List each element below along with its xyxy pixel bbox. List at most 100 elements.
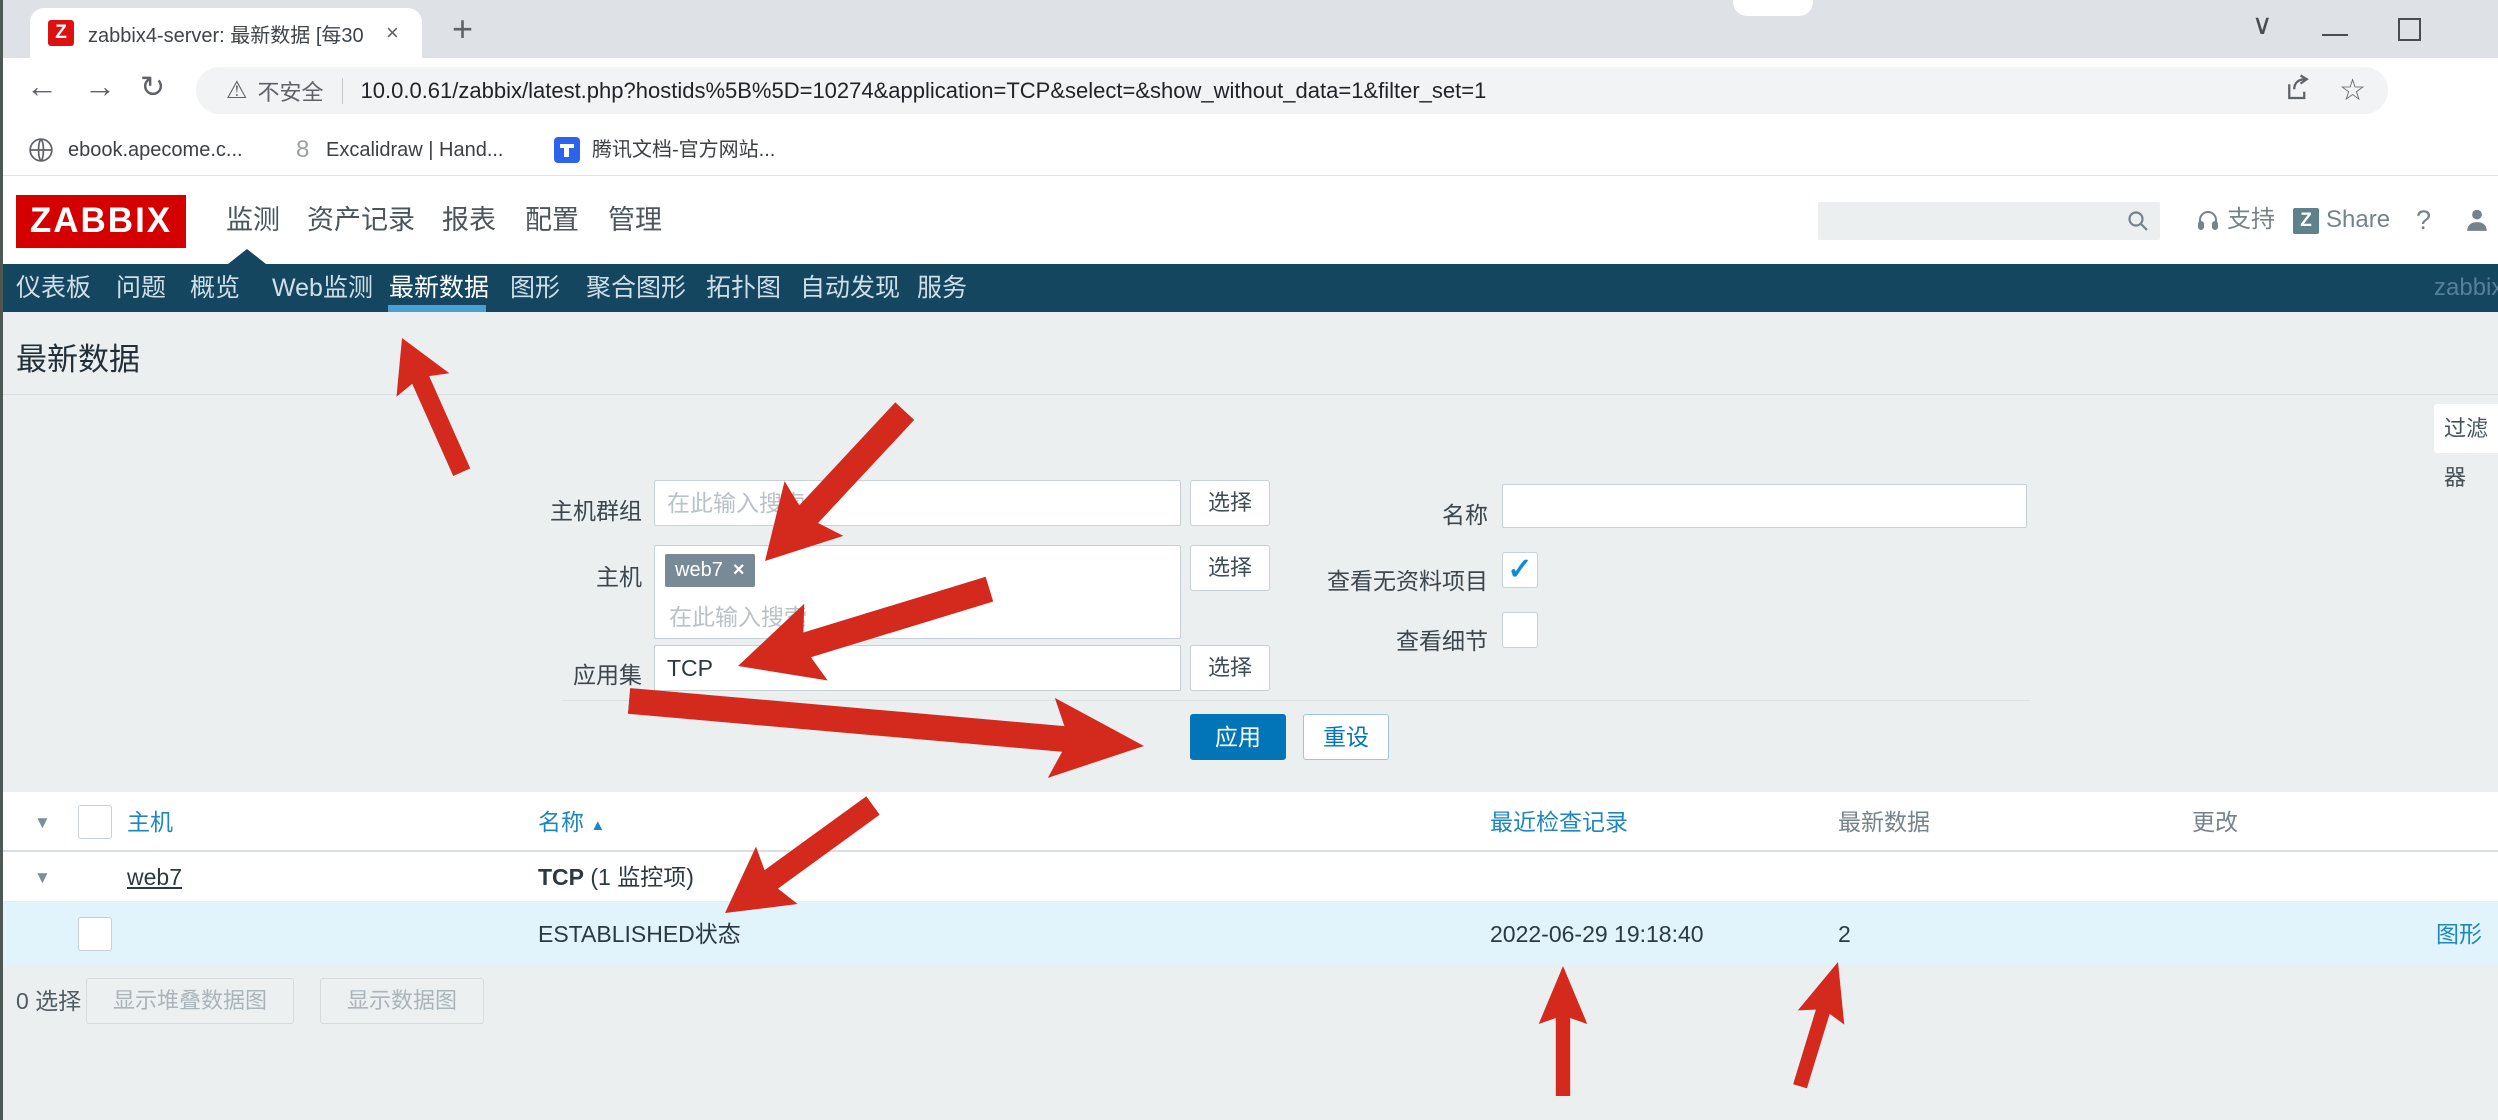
show-without-data-checkbox[interactable]: ✓ <box>1502 552 1538 588</box>
host-group-select-button[interactable]: 选择 <box>1190 480 1270 526</box>
check-icon: ✓ <box>1507 553 1532 586</box>
subnav-maps[interactable]: 拓扑图 <box>706 264 781 312</box>
show-without-data-label: 查看无资料项目 <box>1327 562 1488 596</box>
item-name: ESTABLISHED状态 <box>538 902 741 966</box>
reload-icon[interactable]: ↻ <box>140 70 165 105</box>
window-chevron-icon[interactable]: ∨ <box>2252 8 2273 41</box>
window-maximize-icon[interactable] <box>2398 18 2421 41</box>
browser-tab-strip: Z zabbix4-server: 最新数据 [每30 × + ∨ <box>0 0 2498 58</box>
menu-configuration[interactable]: 配置 <box>525 176 579 264</box>
zabbix-favicon-icon: Z <box>48 20 74 46</box>
share-icon[interactable] <box>2283 73 2313 108</box>
address-divider <box>342 78 343 104</box>
tab-close-icon[interactable]: × <box>386 20 399 46</box>
window-pill <box>1733 0 1813 16</box>
subnav-problems[interactable]: 问题 <box>116 264 166 312</box>
annotation-arrow-latest-data-nav <box>374 325 490 485</box>
column-name[interactable]: 名称 ▲ <box>538 792 605 856</box>
subnav-graphs[interactable]: 图形 <box>510 264 560 312</box>
name-input[interactable] <box>1502 484 2027 528</box>
selected-count: 0 选择 <box>16 978 81 1024</box>
host-group-input[interactable] <box>654 480 1181 526</box>
column-change: 更改 <box>2192 792 2238 852</box>
bookmarks-bar: ebook.apecome.c... 8 Excalidraw | Hand..… <box>0 124 2498 176</box>
bookmark-star-icon[interactable]: ☆ <box>2339 73 2366 108</box>
application-group-cell: TCP (1 监控项) <box>538 852 694 902</box>
latest-data-table: ▼ 主机 名称 ▲ 最近检查记录 最新数据 更改 ▼ web7 TCP (1 监… <box>0 792 2498 966</box>
item-last-check: 2022-06-29 19:18:40 <box>1490 902 1704 966</box>
window-minimize-icon[interactable] <box>2322 34 2348 36</box>
collapse-all-icon[interactable]: ▼ <box>34 813 51 833</box>
name-label: 名称 <box>1442 496 1488 530</box>
filter-tab[interactable]: 过滤器 <box>2434 404 2498 453</box>
column-last-check[interactable]: 最近检查记录 <box>1490 792 1628 852</box>
monitoring-subnav: 仪表板 问题 概览 Web监测 最新数据 图形 聚合图形 拓扑图 自动发现 服务… <box>0 264 2498 312</box>
table-row: ESTABLISHED状态 2022-06-29 19:18:40 2 图形 <box>0 902 2498 966</box>
active-subnav-underline <box>388 305 486 312</box>
subnav-screens[interactable]: 聚合图形 <box>586 264 686 312</box>
select-all-checkbox[interactable] <box>78 805 112 839</box>
annotation-arrow-latest-value <box>1774 954 1864 1094</box>
host-select-button[interactable]: 选择 <box>1190 545 1270 591</box>
share-link[interactable]: ZShare <box>2293 176 2390 264</box>
host-link[interactable]: web7 <box>127 852 182 902</box>
security-warning-icon[interactable]: ⚠ <box>226 76 248 105</box>
excalidraw-icon: 8 <box>296 124 309 176</box>
apply-button[interactable]: 应用 <box>1190 714 1286 760</box>
subnav-services[interactable]: 服务 <box>917 264 967 312</box>
support-link[interactable]: 支持 <box>2196 176 2275 264</box>
back-icon[interactable]: ← <box>26 68 58 105</box>
page-title: 最新数据 <box>16 334 140 379</box>
subnav-discovery[interactable]: 自动发现 <box>800 264 900 312</box>
application-select-button[interactable]: 选择 <box>1190 645 1270 691</box>
zabbix-share-icon: Z <box>2293 208 2319 234</box>
headset-icon <box>2196 209 2220 233</box>
column-host[interactable]: 主机 <box>127 792 173 852</box>
user-icon[interactable] <box>2464 207 2490 238</box>
item-latest-value: 2 <box>1838 902 1851 966</box>
menu-reports[interactable]: 报表 <box>442 176 496 264</box>
screen: Z zabbix4-server: 最新数据 [每30 × + ∨ ← → ↻ … <box>0 0 2498 1120</box>
active-menu-caret <box>228 249 266 264</box>
search-icon[interactable] <box>2126 209 2150 238</box>
display-graph-button[interactable]: 显示数据图 <box>320 978 484 1024</box>
reset-button[interactable]: 重设 <box>1303 714 1389 760</box>
tencent-docs-icon <box>554 137 580 163</box>
zabbix-logo[interactable]: ZABBIX <box>16 195 186 248</box>
display-stacked-graph-button[interactable]: 显示堆叠数据图 <box>86 978 294 1024</box>
subnav-overview[interactable]: 概览 <box>190 264 240 312</box>
bookmark-item[interactable]: 腾讯文档-官方网站... <box>592 124 775 176</box>
bookmark-item[interactable]: ebook.apecome.c... <box>68 124 243 176</box>
remove-chip-icon[interactable]: × <box>733 559 745 581</box>
host-label: 主机 <box>596 558 642 592</box>
help-link[interactable]: ? <box>2416 176 2431 264</box>
show-details-label: 查看细节 <box>1396 622 1488 656</box>
table-row: ▼ web7 TCP (1 监控项) <box>0 852 2498 902</box>
browser-tab[interactable]: Z zabbix4-server: 最新数据 [每30 × <box>30 8 422 58</box>
table-header-row: ▼ 主机 名称 ▲ 最近检查记录 最新数据 更改 <box>0 792 2498 852</box>
host-group-label: 主机群组 <box>550 492 642 526</box>
show-details-checkbox[interactable] <box>1502 612 1538 648</box>
graph-link[interactable]: 图形 <box>2436 902 2482 966</box>
browser-url-bar: ← → ↻ ⚠ 不安全 10.0.0.61/zabbix/latest.php?… <box>0 58 2498 124</box>
host-chip[interactable]: web7× <box>665 554 755 587</box>
forward-icon[interactable]: → <box>84 68 116 105</box>
menu-inventory[interactable]: 资产记录 <box>307 176 415 264</box>
bookmark-item[interactable]: Excalidraw | Hand... <box>326 124 504 176</box>
new-tab-button[interactable]: + <box>452 2 473 56</box>
annotation-arrow-last-check <box>1536 966 1590 1096</box>
server-badge: zabbix4- <box>2434 264 2498 312</box>
sort-asc-icon: ▲ <box>590 817 605 834</box>
header-search-input[interactable] <box>1818 202 2160 240</box>
subnav-dashboard[interactable]: 仪表板 <box>16 264 91 312</box>
column-latest-data: 最新数据 <box>1838 792 1930 852</box>
item-checkbox[interactable] <box>78 917 112 951</box>
menu-administration[interactable]: 管理 <box>608 176 662 264</box>
zabbix-header: ZABBIX 监测 资产记录 报表 配置 管理 支持 ZShare ? <box>0 176 2498 264</box>
subnav-web[interactable]: Web监测 <box>272 264 373 312</box>
collapse-group-icon[interactable]: ▼ <box>34 868 51 888</box>
address-bar[interactable]: ⚠ 不安全 10.0.0.61/zabbix/latest.php?hostid… <box>196 67 2388 114</box>
security-label[interactable]: 不安全 <box>258 75 324 107</box>
title-divider <box>0 394 2498 395</box>
url-text[interactable]: 10.0.0.61/zabbix/latest.php?hostids%5B%5… <box>361 78 2254 104</box>
